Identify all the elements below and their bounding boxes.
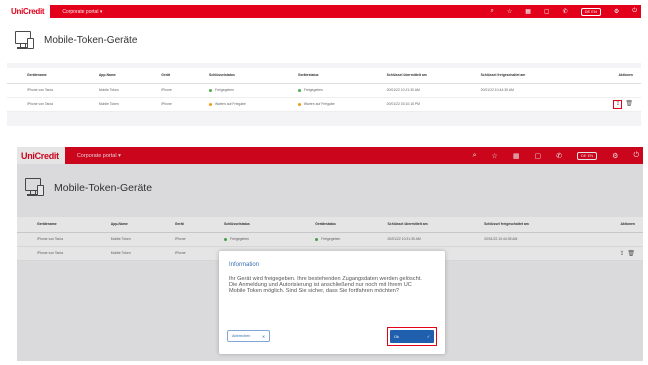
portal-dropdown[interactable]: Corporate portal ▾ [62,9,102,15]
devices-table: Gerätename App-Name Gerät Schlüsselstatu… [7,68,641,112]
cell-actions: ⇪ 🗑 [561,97,641,112]
cell-device-name: iPhone von Tania [7,97,79,112]
cell-device-status: Freigegeben [277,83,367,98]
ok-button-highlight: Ok ✓ [387,327,437,346]
cell-device: iPhone [141,83,190,98]
column-header[interactable]: Gerätename [7,68,79,84]
column-header[interactable]: Schlüssel freigeschaltet am [460,68,562,84]
ok-label: Ok [394,334,399,339]
logo-text: UniCredit [11,7,45,16]
cell-submitted: 20/01/22 03:10:16 PM [366,97,461,112]
devices-icon [15,31,35,50]
status-dot [209,88,213,92]
table-row: iPhone von Tania Mobile Token iPhone Fre… [7,83,641,98]
status-dot [209,102,213,106]
cell-device-name: iPhone von Tania [7,83,79,98]
status-dot [297,102,301,106]
close-icon: ✕ [261,334,265,339]
cell-app-name: Mobile Token [78,83,142,98]
cell-key-status: Warten auf Freigabe [189,97,278,112]
top-navbar: UniCredit Corporate portal ▾ ⌕ ☆ ▦ ▢ ✆ D… [7,5,641,18]
language-badge[interactable]: DE EN [580,7,601,16]
cell-device: iPhone [141,97,190,112]
cell-actions [561,83,641,98]
status-text: Warten auf Freigabe [303,102,335,106]
cell-device-status: Warten auf Freigabe [277,97,367,112]
cancel-label: Abbrechen [232,334,251,338]
delete-icon[interactable]: 🗑 [625,101,633,107]
cancel-button[interactable]: Abbrechen ✕ [227,330,270,342]
dialog-message: Ihr Gerät wird freigegeben. Ihre bestehe… [229,276,422,295]
search-notification-icon[interactable]: ⌕ [490,8,493,15]
page-title: Mobile-Token-Geräte [44,35,138,46]
status-text: Freigegeben [215,88,235,92]
calendar-icon[interactable]: ▢ [544,8,550,15]
logo[interactable]: UniCredit [7,5,51,18]
table-header-row: Gerätename App-Name Gerät Schlüsselstatu… [7,68,641,84]
grid-icon[interactable]: ▦ [525,8,531,15]
status-dot [297,88,301,92]
status-text: Warten auf Freigabe [215,102,246,106]
dialog-title: Information [229,262,260,268]
phone-icon[interactable]: ✆ [563,8,568,15]
column-header[interactable]: Gerätestatus [277,68,367,84]
ok-button[interactable]: Ok ✓ [390,330,434,343]
check-icon: ✓ [426,335,430,339]
cell-activated [460,97,562,112]
star-icon[interactable]: ☆ [507,8,512,15]
column-header[interactable]: Schlüssel übermittelt am [366,68,461,84]
cell-key-status: Freigegeben [189,83,278,98]
screenshot-table-view: UniCredit Corporate portal ▾ ⌕ ☆ ▦ ▢ ✆ D… [7,5,641,126]
cell-app-name: Mobile Token [78,97,142,112]
activate-icon[interactable]: ⇪ [613,99,623,109]
column-header[interactable]: Gerät [141,68,190,84]
page-header: Mobile-Token-Geräte [7,18,641,63]
status-text: Freigegeben [303,88,323,92]
cell-submitted: 20/01/22 10:21:30 AM [366,83,461,98]
column-header: Aktionen [561,68,641,84]
screenshot-dialog-view: UniCredit Corporate portal ▾ ⌕ ☆ ▦ ▢ ✆ D… [17,147,643,361]
toolbar-icons: ⌕ ☆ ▦ ▢ ✆ DE EN ⚙ ⏻ [490,5,637,18]
power-icon[interactable]: ⏻ [632,8,637,15]
settings-icon[interactable]: ⚙ [614,8,619,15]
cell-activated: 20/01/22 10:44:35 AM [460,83,562,98]
table-row: iPhone von Tania Mobile Token iPhone War… [7,97,641,112]
confirmation-dialog: Information Ihr Gerät wird freigegeben. … [219,251,445,354]
column-header[interactable]: Schlüsselstatus [189,68,278,84]
column-header[interactable]: App-Name [78,68,142,84]
